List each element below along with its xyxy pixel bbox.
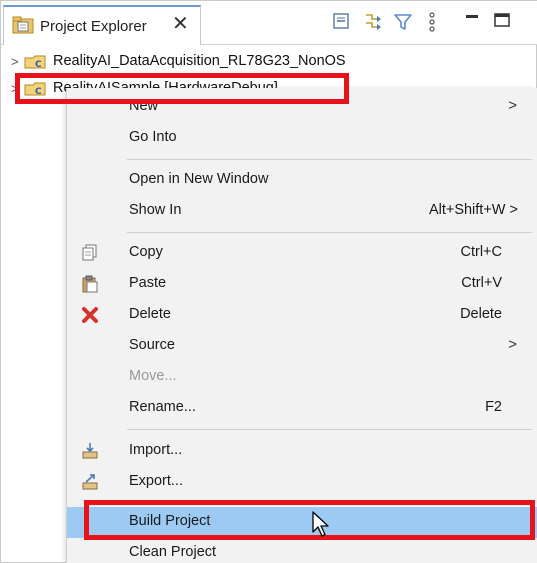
menu-item-export[interactable]: Export... [67,467,537,498]
tab-project-explorer[interactable]: Project Explorer ✕ [3,5,201,45]
copy-icon [82,244,97,261]
menu-item-rename[interactable]: Rename... F2 [67,393,537,424]
submenu-arrow-icon: > [508,336,517,353]
minimize-icon[interactable] [462,11,484,33]
context-menu: New > Go Into Open in New Window Show In… [66,88,537,563]
menu-item-paste[interactable]: Paste Ctrl+V [67,269,537,300]
maximize-icon[interactable] [492,11,514,33]
menu-item-shortcut: F2 [485,399,502,415]
menu-item-move: Move... [67,362,537,393]
c-project-icon: C [24,55,46,70]
filter-icon[interactable] [392,11,414,33]
menu-item-shortcut: Ctrl+C [460,244,503,260]
menu-separator [127,159,532,160]
menu-item-label: Copy [129,244,163,260]
export-icon [82,474,98,490]
svg-text:C: C [35,60,42,70]
view-menu-icon[interactable] [421,11,443,33]
paste-icon [82,275,98,293]
menu-item-shortcut: Alt+Shift+W > [428,202,518,218]
delete-icon [82,307,98,323]
menu-item-label: Source [129,337,175,353]
menu-item-label: Clean Project [129,544,217,560]
menu-item-copy[interactable]: Copy Ctrl+C [67,238,537,269]
menu-item-label: Rename... [129,399,196,415]
menu-item-shortcut: Delete [460,306,502,322]
menu-item-open-in-new-window[interactable]: Open in New Window [67,165,537,196]
annotation-highlight-box [84,500,535,540]
menu-item-label: Open in New Window [129,171,269,187]
menu-item-source[interactable]: Source > [67,331,537,362]
menu-item-delete[interactable]: Delete Delete [67,300,537,331]
menu-item-label: Paste [129,275,167,291]
menu-item-label: Go Into [129,129,177,145]
menu-item-go-into[interactable]: Go Into [67,123,537,154]
submenu-arrow-icon: > [508,97,517,114]
menu-item-clean-project[interactable]: Clean Project [67,538,537,563]
tree-item-label: RealityAI_DataAcquisition_RL78G23_NonOS [53,53,346,69]
close-icon[interactable]: ✕ [172,14,189,34]
annotation-highlight-box [15,73,349,104]
menu-item-label: Move... [129,368,177,384]
menu-item-label: Export... [129,473,183,489]
link-with-editor-icon[interactable] [362,11,384,33]
view-tab-bar: Project Explorer ✕ [1,1,537,45]
menu-item-import[interactable]: Import... [67,436,537,467]
menu-item-shortcut: Ctrl+V [461,275,502,291]
menu-item-label: Import... [129,442,183,458]
menu-separator [127,232,532,233]
expand-arrow-icon[interactable]: > [11,54,19,69]
menu-item-label: Show In [129,202,182,218]
menu-item-label: Delete [129,306,171,322]
collapse-all-icon[interactable] [331,11,353,33]
project-explorer-icon [12,16,34,34]
menu-item-show-in[interactable]: Show In Alt+Shift+W > [67,196,537,227]
tab-title: Project Explorer [40,18,147,35]
import-icon [82,443,98,459]
menu-separator [127,429,532,430]
mouse-pointer-icon [312,511,329,537]
